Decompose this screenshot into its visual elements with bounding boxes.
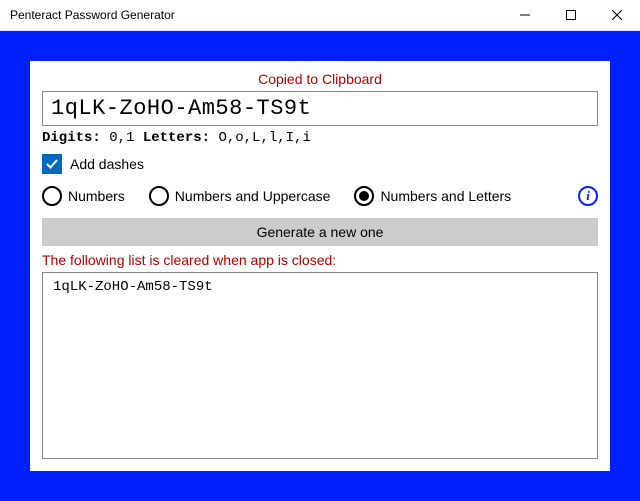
radio-numbers-letters-input[interactable] [354,186,374,206]
main-panel: Copied to Clipboard 1qLK-ZoHO-Am58-TS9t … [30,61,610,471]
maximize-button[interactable] [548,0,594,31]
excluded-chars-legend: Digits: 0,1 Letters: O,o,L,l,I,i [42,130,598,146]
history-item[interactable]: 1qLK-ZoHO-Am58-TS9t [53,279,587,295]
radio-numbers-label: Numbers [68,188,125,204]
add-dashes-option[interactable]: Add dashes [42,154,598,174]
add-dashes-checkbox[interactable] [42,154,62,174]
history-hint: The following list is cleared when app i… [42,252,598,268]
titlebar[interactable]: Penteract Password Generator [0,0,640,31]
minimize-button[interactable] [502,0,548,31]
close-button[interactable] [594,0,640,31]
charset-radio-group: Numbers Numbers and Uppercase Numbers an… [42,186,598,206]
add-dashes-label: Add dashes [70,156,144,172]
radio-numbers-upper-input[interactable] [149,186,169,206]
window-title: Penteract Password Generator [10,8,502,22]
radio-numbers-upper-label: Numbers and Uppercase [175,188,331,204]
radio-numbers-upper[interactable]: Numbers and Uppercase [149,186,331,206]
info-icon[interactable]: i [578,186,598,206]
status-message: Copied to Clipboard [42,69,598,91]
client-area: Copied to Clipboard 1qLK-ZoHO-Am58-TS9t … [0,31,640,501]
history-list[interactable]: 1qLK-ZoHO-Am58-TS9t [42,272,598,459]
radio-numbers-input[interactable] [42,186,62,206]
radio-numbers[interactable]: Numbers [42,186,125,206]
generate-button[interactable]: Generate a new one [42,218,598,246]
radio-numbers-letters-label: Numbers and Letters [380,188,511,204]
radio-numbers-letters[interactable]: Numbers and Letters [354,186,511,206]
password-output[interactable]: 1qLK-ZoHO-Am58-TS9t [42,91,598,126]
